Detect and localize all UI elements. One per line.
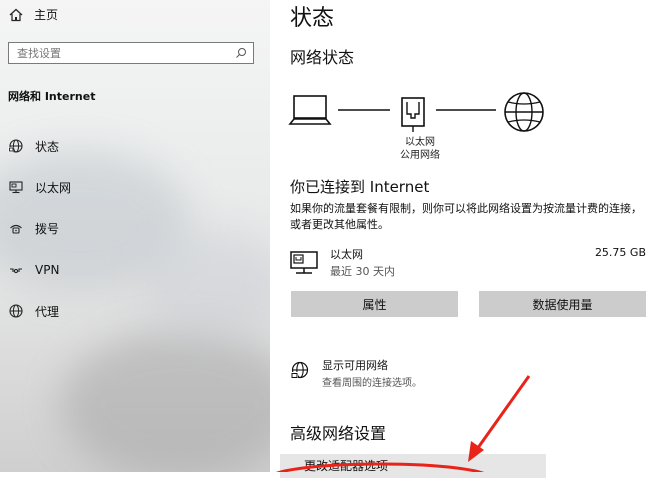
background-blur <box>140 230 270 340</box>
show-networks-title: 显示可用网络 <box>322 359 388 372</box>
change-adapter-options-item[interactable]: 更改适配器选项 <box>280 454 546 478</box>
network-type: 公用网络 <box>400 150 440 161</box>
search-input[interactable] <box>17 46 217 60</box>
sidebar-item-vpn[interactable]: VPN <box>8 260 59 280</box>
sidebar: 主页 网络和 Internet 状态 以太网 <box>0 0 270 472</box>
background-blur <box>60 330 270 472</box>
sidebar-item-home[interactable]: 主页 <box>8 6 58 23</box>
data-used-value: 25.75 GB <box>594 246 646 259</box>
sidebar-item-proxy[interactable]: 代理 <box>8 301 59 321</box>
dialup-icon <box>10 224 22 234</box>
ethernet-usage-row: 以太网 最近 30 天内 25.75 GB <box>290 246 646 282</box>
properties-button[interactable]: 属性 <box>291 291 458 317</box>
page-title: 状态 <box>290 6 335 31</box>
advanced-settings-heading: 高级网络设置 <box>290 424 387 443</box>
main-content: 状态 网络状态 以太网 公用网络 你已连接到 Internet 如果你的流量套餐… <box>270 0 650 478</box>
search-box[interactable] <box>8 42 254 64</box>
ethernet-monitor-icon <box>9 181 23 194</box>
sidebar-item-status[interactable]: 状态 <box>8 136 59 156</box>
section-title: 网络和 Internet <box>8 90 96 103</box>
adapter-name: 以太网 <box>330 248 363 261</box>
home-icon <box>9 8 23 21</box>
sidebar-item-label: 主页 <box>34 8 59 22</box>
connection-status-title: 你已连接到 Internet <box>290 178 430 196</box>
sidebar-item-label: 以太网 <box>35 180 72 195</box>
sidebar-item-label: 拨号 <box>35 221 60 236</box>
data-usage-button[interactable]: 数据使用量 <box>479 291 646 317</box>
sidebar-item-label: 状态 <box>35 139 60 154</box>
sidebar-item-label: VPN <box>35 263 60 277</box>
sidebar-item-dialup[interactable]: 拨号 <box>8 218 59 238</box>
ethernet-monitor-icon <box>290 251 318 274</box>
laptop-icon <box>288 95 332 125</box>
diagram-label: 以太网 公用网络 <box>392 136 448 162</box>
globe-icon <box>504 92 544 132</box>
usage-period: 最近 30 天内 <box>330 265 395 278</box>
vpn-icon <box>10 268 22 274</box>
globe-status-icon <box>8 139 23 153</box>
sidebar-item-label: 代理 <box>35 304 60 319</box>
sidebar-item-ethernet[interactable]: 以太网 <box>8 177 71 197</box>
network-status-heading: 网络状态 <box>290 48 355 67</box>
globe-icon <box>9 304 23 318</box>
show-networks-subtitle: 查看周围的连接选项。 <box>322 378 422 389</box>
ethernet-port-icon <box>401 97 425 132</box>
adapter-name: 以太网 <box>405 137 435 148</box>
search-icon[interactable] <box>235 47 247 59</box>
connection-description: 如果你的流量套餐有限制，则你可以将此网络设置为按流量计费的连接，或者更改其他属性… <box>290 202 642 231</box>
globe-status-icon <box>291 361 309 379</box>
